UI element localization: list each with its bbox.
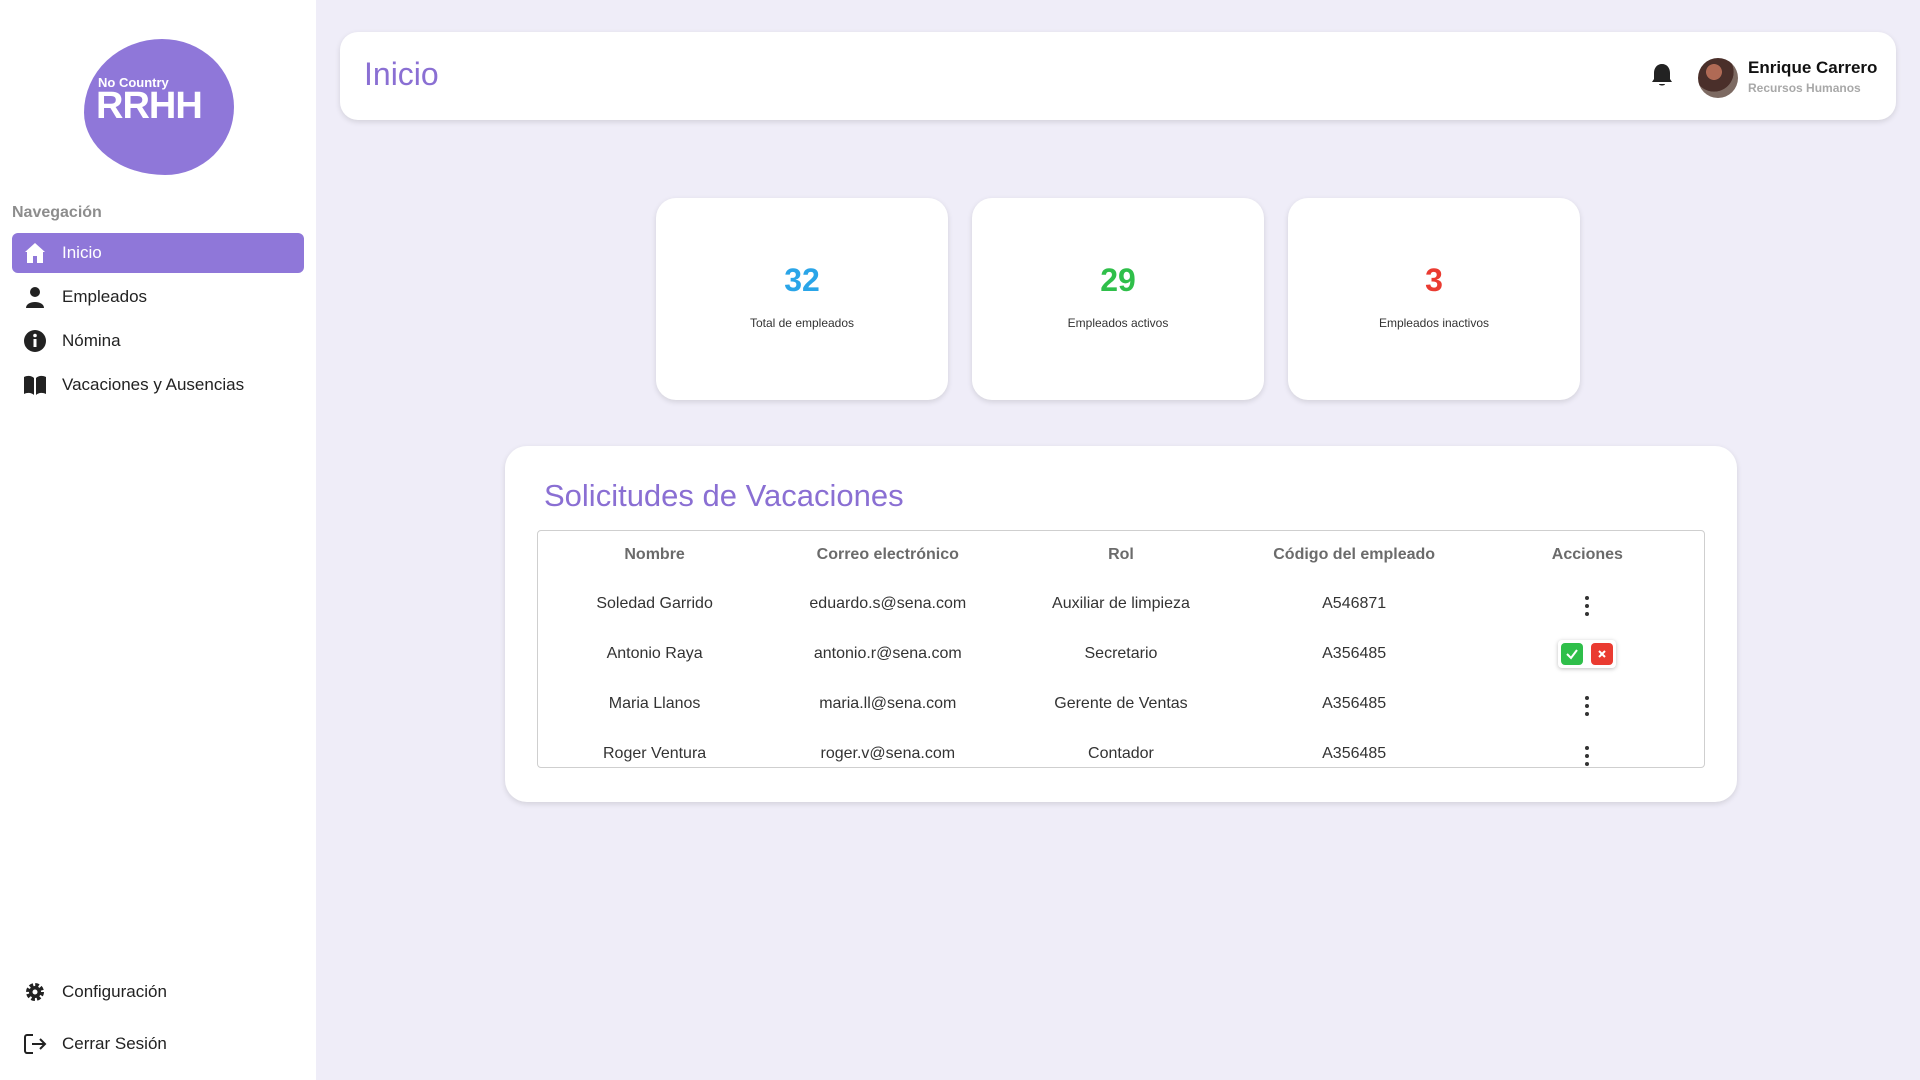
table-header-row: Nombre Correo electrónico Rol Código del… bbox=[538, 531, 1704, 579]
stat-card-total: 32 Total de empleados bbox=[656, 198, 948, 400]
check-icon bbox=[1566, 649, 1579, 660]
top-bar: Inicio Enrique Carrero Recursos Humanos bbox=[340, 32, 1896, 120]
cell-code: A356485 bbox=[1322, 645, 1387, 662]
table-row: Soledad Garrido eduardo.s@sena.com Auxil… bbox=[538, 579, 1704, 629]
column-header: Correo electrónico bbox=[816, 546, 959, 563]
brand-logo: No Country RRHH bbox=[84, 39, 234, 175]
avatar[interactable] bbox=[1698, 58, 1738, 98]
cell-code: A356485 bbox=[1322, 745, 1387, 762]
cell-email: antonio.r@sena.com bbox=[813, 645, 962, 662]
cell-name: Antonio Raya bbox=[606, 645, 703, 662]
cell-actions bbox=[1471, 629, 1704, 679]
sidebar-item-configuracion[interactable]: Configuración bbox=[12, 972, 304, 1012]
approve-button[interactable] bbox=[1561, 643, 1584, 665]
cell-actions bbox=[1471, 729, 1704, 779]
nav-heading: Navegación bbox=[12, 204, 102, 221]
gear-icon bbox=[22, 979, 48, 1005]
user-icon bbox=[22, 284, 48, 310]
sidebar-item-inicio[interactable]: Inicio bbox=[12, 233, 304, 273]
cell-code: A546871 bbox=[1322, 595, 1387, 612]
cell-name: Maria Llanos bbox=[608, 695, 701, 712]
cell-role: Gerente de Ventas bbox=[1054, 695, 1188, 712]
stat-label: Empleados inactivos bbox=[1378, 316, 1490, 330]
more-options-icon[interactable] bbox=[1585, 591, 1590, 621]
logout-icon bbox=[22, 1031, 48, 1057]
stat-card-activos: 29 Empleados activos bbox=[972, 198, 1264, 400]
cell-role: Contador bbox=[1088, 745, 1154, 762]
sidebar-bottom-logout: Cerrar Sesión bbox=[12, 1024, 304, 1068]
table-row: Maria Llanos maria.ll@sena.com Gerente d… bbox=[538, 679, 1704, 729]
logout-button[interactable]: Cerrar Sesión bbox=[12, 1024, 304, 1064]
column-header: Acciones bbox=[1551, 546, 1623, 563]
cell-actions bbox=[1471, 579, 1704, 629]
stat-value: 3 bbox=[1425, 262, 1443, 298]
action-buttons bbox=[1558, 640, 1616, 668]
stat-card-inactivos: 3 Empleados inactivos bbox=[1288, 198, 1580, 400]
book-icon bbox=[22, 372, 48, 398]
cell-code: A356485 bbox=[1322, 695, 1387, 712]
bell-icon[interactable] bbox=[1650, 62, 1674, 93]
cell-email: maria.ll@sena.com bbox=[819, 695, 957, 712]
close-icon bbox=[1598, 650, 1607, 658]
stat-label: Empleados activos bbox=[1067, 316, 1169, 330]
sidebar-item-label: Nómina bbox=[62, 331, 121, 350]
cell-actions bbox=[1471, 679, 1704, 729]
cell-name: Roger Ventura bbox=[603, 745, 707, 762]
user-name: Enrique Carrero bbox=[1748, 58, 1878, 77]
user-role: Recursos Humanos bbox=[1748, 81, 1861, 95]
sidebar: No Country RRHH Navegación Inicio Emplea… bbox=[0, 0, 316, 1080]
info-icon bbox=[22, 328, 48, 354]
sidebar-item-empleados[interactable]: Empleados bbox=[12, 277, 304, 317]
home-icon bbox=[22, 240, 48, 266]
sidebar-item-nomina[interactable]: Nómina bbox=[12, 321, 304, 361]
vacation-requests-panel: Solicitudes de Vacaciones Nombre Correo … bbox=[505, 446, 1737, 802]
cell-role: Auxiliar de limpieza bbox=[1052, 595, 1190, 612]
sidebar-bottom: Configuración bbox=[12, 972, 304, 1016]
sidebar-item-vacaciones[interactable]: Vacaciones y Ausencias bbox=[12, 365, 304, 405]
column-header: Nombre bbox=[624, 546, 685, 563]
table-row: Roger Ventura roger.v@sena.com Contador … bbox=[538, 729, 1704, 779]
brand-line2: RRHH bbox=[96, 85, 203, 127]
page-title: Inicio bbox=[364, 56, 439, 92]
stat-label: Total de empleados bbox=[749, 316, 855, 330]
requests-table: Nombre Correo electrónico Rol Código del… bbox=[537, 530, 1705, 768]
sidebar-item-label: Cerrar Sesión bbox=[62, 1034, 167, 1053]
cell-role: Secretario bbox=[1084, 645, 1158, 662]
reject-button[interactable] bbox=[1591, 643, 1614, 665]
sidebar-nav: Inicio Empleados Nómina Vacaciones y Aus… bbox=[12, 233, 304, 409]
stat-value: 29 bbox=[1100, 262, 1136, 298]
column-header: Rol bbox=[1108, 546, 1134, 563]
table-row: Antonio Raya antonio.r@sena.com Secretar… bbox=[538, 629, 1704, 679]
sidebar-item-label: Empleados bbox=[62, 287, 148, 306]
panel-title: Solicitudes de Vacaciones bbox=[544, 478, 904, 513]
stat-value: 32 bbox=[784, 262, 820, 298]
sidebar-item-label: Vacaciones y Ausencias bbox=[62, 375, 245, 394]
sidebar-item-label: Inicio bbox=[62, 243, 102, 262]
sidebar-item-label: Configuración bbox=[62, 982, 167, 1001]
cell-email: eduardo.s@sena.com bbox=[809, 595, 967, 612]
more-options-icon[interactable] bbox=[1585, 741, 1590, 771]
cell-name: Soledad Garrido bbox=[596, 595, 713, 612]
more-options-icon[interactable] bbox=[1585, 691, 1590, 721]
column-header: Código del empleado bbox=[1273, 546, 1436, 563]
cell-email: roger.v@sena.com bbox=[820, 745, 956, 762]
